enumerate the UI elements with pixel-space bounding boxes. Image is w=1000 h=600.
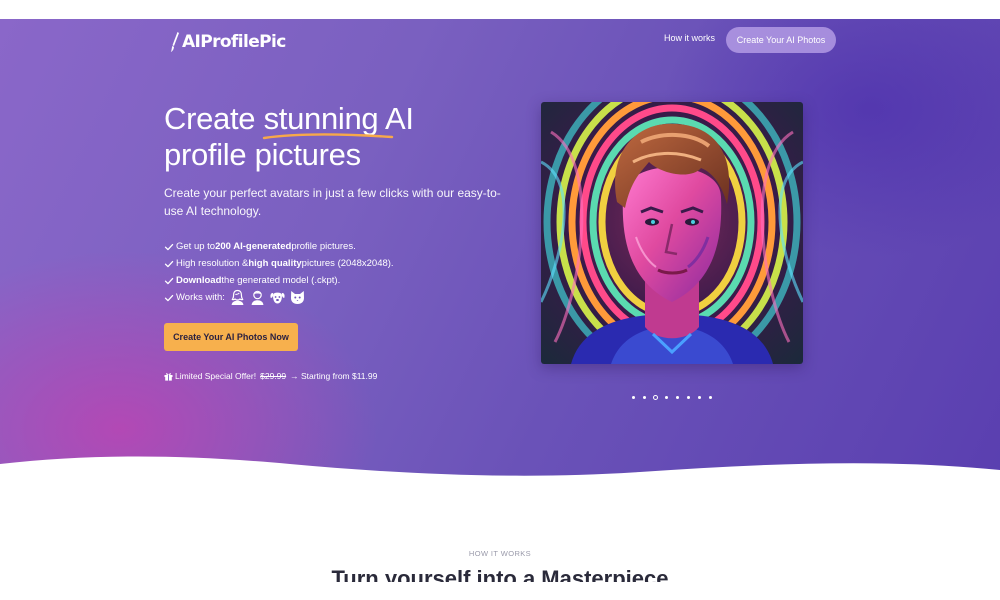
feature-text: Get up to [176,241,216,252]
offer-old-price: $29.99 [260,371,287,381]
feature-item-count: Get up to ​200 AI-generated profile pict… [164,238,484,255]
viewport-cutoff [0,582,1000,600]
hero-section [0,19,1000,489]
offer-label: Limited Special Offer! [175,371,257,381]
offer-new-price: → Starting from $11.99 [290,371,378,381]
carousel-dot[interactable] [683,393,694,401]
feature-bold: 200 AI-generated [215,241,292,252]
carousel-dot[interactable] [672,393,683,401]
carousel-dot[interactable] [639,393,650,401]
hero-wave-divider [0,456,1000,500]
dog-icon [270,292,285,304]
carousel-dot[interactable] [694,393,705,401]
logo-brush-icon [170,32,179,52]
nav-how-it-works-link[interactable]: How it works [664,33,715,43]
feature-bold: high quality [248,258,302,269]
headline-start: Create [164,101,264,136]
man-icon [251,290,264,305]
feature-item-works-with: Works with: [164,289,484,306]
feature-list: Get up to ​200 AI-generated profile pict… [164,238,484,306]
check-icon [164,277,174,284]
logo-text: AIProfilePic [182,32,286,52]
headline-highlight: stunning [262,101,393,140]
feature-text: pictures (2048x2048). [301,258,394,269]
hero-headline: Create stunning AI profile pictures [164,101,504,173]
carousel-dot[interactable] [705,393,716,401]
special-offer: Limited Special Offer! $29.99 → Starting… [164,371,377,381]
ai-portrait-illustration [541,102,803,364]
feature-text: profile pictures. [291,241,356,252]
feature-bold: Download [176,275,222,286]
woman-icon [231,289,244,305]
check-icon [164,243,174,250]
create-photos-now-button[interactable]: Create Your AI Photos Now [164,323,298,351]
feature-item-resolution: High resolution & high quality pictures … [164,255,484,272]
gift-icon [164,372,173,381]
headline-underline-icon [262,133,393,140]
brand-logo[interactable]: AIProfilePic [170,30,286,54]
nav-create-photos-button[interactable]: Create Your AI Photos [726,27,836,53]
cat-icon [290,291,304,304]
hero-portrait-image [541,102,803,364]
feature-text: the generated model (.ckpt). [221,275,341,286]
hero-subtitle: Create your perfect avatars in just a fe… [164,186,501,218]
page: AIProfilePic How it works Create Your AI… [0,0,1000,600]
carousel-dot[interactable] [661,393,672,401]
feature-text: Works with: [176,292,225,303]
carousel-dot[interactable] [628,393,639,401]
carousel-dot[interactable] [650,393,661,401]
works-with-icons [229,289,306,306]
carousel-dots [628,393,716,401]
feature-item-download: Download the generated model (.ckpt). [164,272,484,289]
how-it-works-label: HOW IT WORKS [468,549,532,558]
check-icon [164,260,174,267]
check-icon [164,294,174,301]
feature-text: High resolution & [176,258,249,269]
